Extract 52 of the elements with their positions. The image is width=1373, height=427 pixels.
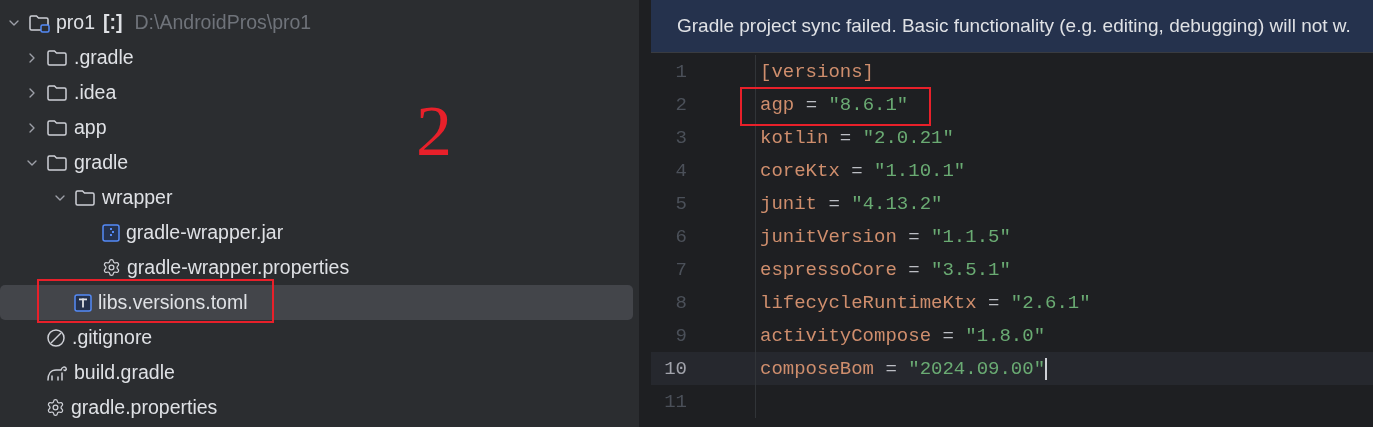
text-cursor [1045,357,1048,380]
tree-row[interactable]: build.gradle [0,355,175,390]
gear-icon [102,258,121,277]
code-line: agp = "8.6.1" [760,93,909,116]
tree-row[interactable]: gradle [0,145,129,180]
tree-row[interactable]: gradle-wrapper.properties [0,250,350,285]
tree-item-name: gradle-wrapper.properties [127,256,350,279]
code-line: coreKtx = "1.10.1" [760,159,966,182]
tree-item-name: gradle.properties [71,396,218,419]
code-line: composeBom = "2024.09.00" [760,357,1046,380]
tree-item-name: .gitignore [72,326,153,349]
tree-item-name: libs.versions.toml [98,291,248,314]
tree-item-name: gradle-wrapper.jar [126,221,284,244]
text-file-icon [74,293,92,312]
code-line: activityCompose = "1.8.0" [760,324,1046,347]
code-line: kotlin = "2.0.21" [760,126,954,149]
tree-item-name: pro1 [56,11,96,34]
tree-row[interactable]: .gitignore [0,320,153,355]
annotation-number: 2 [416,95,452,167]
project-path: D:\AndroidPros\pro1 [134,11,312,34]
code-line: junitVersion = "1.1.5" [760,225,1011,248]
tree-item-name: app [74,116,107,139]
folder-icon [74,187,96,208]
tree-item-name: gradle [74,151,129,174]
code-line: [versions] [760,60,875,83]
banner-message: Gradle project sync failed. Basic functionality (e.g. editing, debugging) will not w. [677,15,1351,37]
tree-row[interactable]: libs.versions.toml [0,285,633,320]
line-number: 10 [663,357,687,380]
tree-row[interactable]: .idea [0,75,117,110]
folder-icon [46,47,68,68]
tree-item-name: .idea [74,81,117,104]
tree-row[interactable]: gradle.properties [0,390,218,425]
tree-row[interactable]: wrapper [0,180,173,215]
folder-icon [46,117,68,138]
module-label: [:] [103,11,123,34]
folder-icon [46,152,68,173]
gear-icon [46,398,65,417]
archive-file-icon [102,223,120,242]
code-line: espressoCore = "3.5.1" [760,258,1011,281]
tree-item-name: build.gradle [74,361,175,384]
code-line: junit = "4.13.2" [760,192,943,215]
elephant-icon [46,363,68,382]
tree-item-name: wrapper [102,186,173,209]
tree-row[interactable]: pro1 [:] D:\AndroidPros\pro1 [0,5,312,40]
tree-item-name: .gradle [74,46,134,69]
project-folder-icon [28,12,50,33]
tree-row[interactable]: gradle-wrapper.jar [0,215,284,250]
ignore-file-icon [46,327,66,348]
code-line: lifecycleRuntimeKtx = "2.6.1" [760,291,1091,314]
tree-row[interactable]: app [0,110,107,145]
folder-icon [46,82,68,103]
tree-row[interactable]: .gradle [0,40,134,75]
